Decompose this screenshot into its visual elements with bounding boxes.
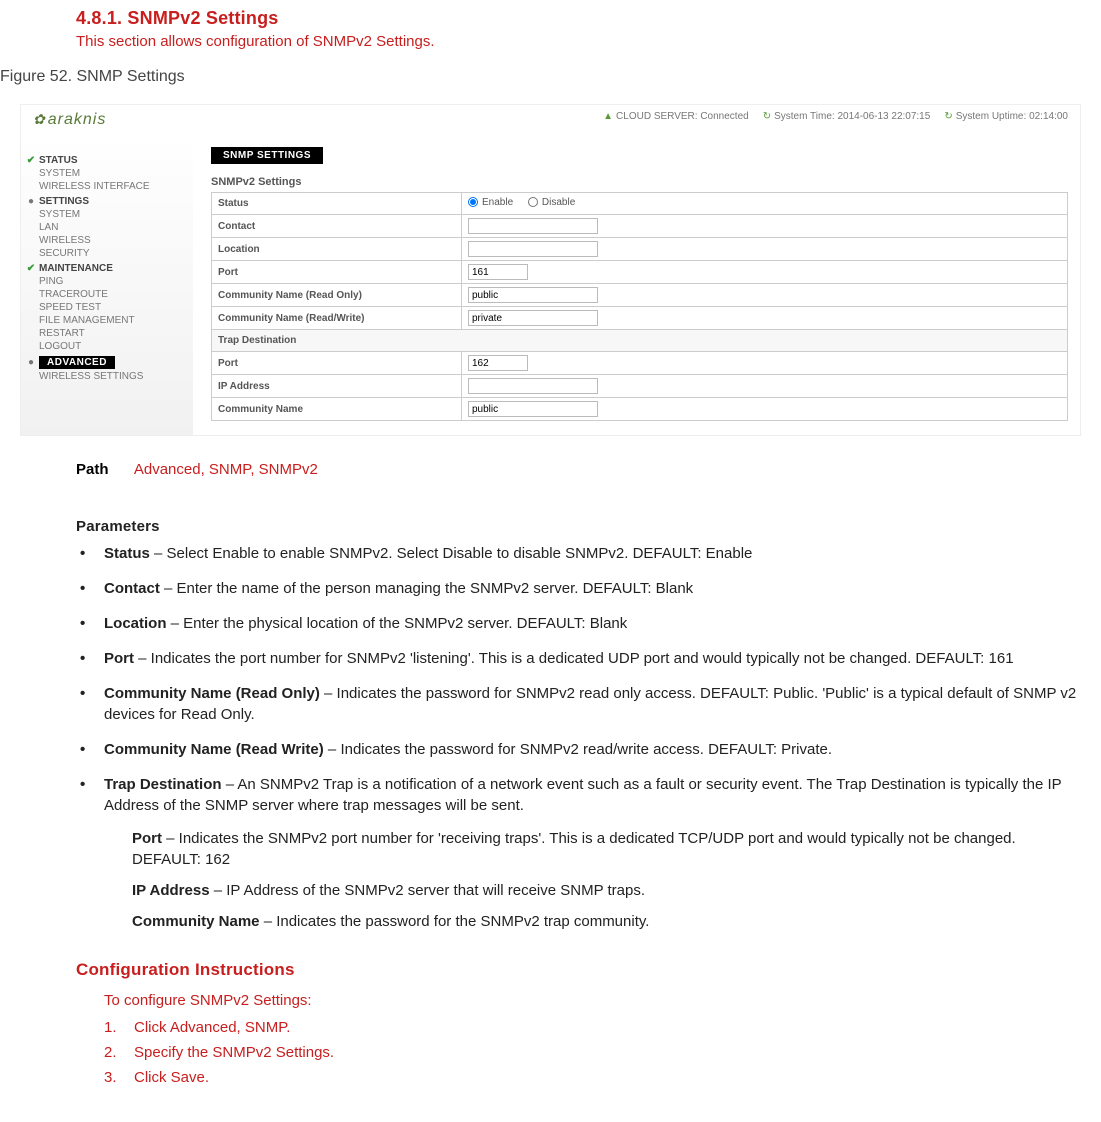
comm-ro-input[interactable] <box>468 287 598 303</box>
cloud-label: CLOUD SERVER: <box>616 111 698 122</box>
sidebar-item-system2[interactable]: SYSTEM <box>39 209 185 220</box>
sidebar-item-restart[interactable]: RESTART <box>39 328 185 339</box>
row-status-label: Status <box>212 193 462 215</box>
trap-ip-input[interactable] <box>468 378 598 394</box>
param-trap-dest: Trap Destination – An SNMPv2 Trap is a n… <box>76 774 1081 932</box>
path-label: Path <box>76 461 109 478</box>
config-heading: Configuration Instructions <box>76 960 1101 980</box>
row-comm-ro-label: Community Name (Read Only) <box>212 284 462 307</box>
row-trap-port-label: Port <box>212 352 462 375</box>
sidebar-item-security[interactable]: SECURITY <box>39 248 185 259</box>
sidebar-advanced[interactable]: ●ADVANCED <box>39 356 185 369</box>
location-input[interactable] <box>468 241 598 257</box>
param-location: Location – Enter the physical location o… <box>76 613 1081 634</box>
step-3: Click Save. <box>104 1069 1101 1086</box>
param-comm-ro: Community Name (Read Only) – Indicates t… <box>76 683 1081 725</box>
cloud-value: Connected <box>700 111 748 122</box>
path-value: Advanced, SNMP, SNMPv2 <box>134 461 318 478</box>
sidebar-status[interactable]: ✔STATUS <box>39 155 185 166</box>
parameters-heading: Parameters <box>76 518 1101 535</box>
sidebar-item-ping[interactable]: PING <box>39 276 185 287</box>
path-line: Path Advanced, SNMP, SNMPv2 <box>76 461 1101 478</box>
section-subheading: This section allows configuration of SNM… <box>76 33 1101 50</box>
status-disable-label: Disable <box>542 197 575 208</box>
param-trap-comm: Community Name – Indicates the password … <box>132 911 1081 932</box>
sidebar-item-wireless-interface[interactable]: WIRELESS INTERFACE <box>39 181 185 192</box>
refresh-icon: ↻ <box>763 111 771 122</box>
systime-value: 2014-06-13 22:07:15 <box>837 111 930 122</box>
sidebar-item-traceroute[interactable]: TRACEROUTE <box>39 289 185 300</box>
sidebar-item-speedtest[interactable]: SPEED TEST <box>39 302 185 313</box>
comm-rw-input[interactable] <box>468 310 598 326</box>
refresh-icon: ↻ <box>944 111 952 122</box>
sidebar-item-logout[interactable]: LOGOUT <box>39 341 185 352</box>
panel-title: SNMPv2 Settings <box>211 176 1068 188</box>
screenshot-panel: araknis ▲CLOUD SERVER: Connected ↻System… <box>20 104 1081 436</box>
sidebar-item-filemgmt[interactable]: FILE MANAGEMENT <box>39 315 185 326</box>
sidebar-item-wireless[interactable]: WIRELESS <box>39 235 185 246</box>
sidebar-item-wireless-settings[interactable]: WIRELESS SETTINGS <box>39 371 185 382</box>
trap-port-input[interactable] <box>468 355 528 371</box>
param-trap-ip: IP Address – IP Address of the SNMPv2 se… <box>132 880 1081 901</box>
systime-label: System Time: <box>774 111 835 122</box>
section-heading: 4.8.1. SNMPv2 Settings <box>76 8 1101 29</box>
row-trap-comm-label: Community Name <box>212 398 462 421</box>
status-enable-radio[interactable] <box>468 197 478 207</box>
param-comm-rw: Community Name (Read Write) – Indicates … <box>76 739 1081 760</box>
parameters-list: Status – Select Enable to enable SNMPv2.… <box>76 543 1081 932</box>
row-contact-label: Contact <box>212 215 462 238</box>
uptime-value: 02:14:00 <box>1029 111 1068 122</box>
sidebar-item-system[interactable]: SYSTEM <box>39 168 185 179</box>
uptime-label: System Uptime: <box>956 111 1027 122</box>
row-location-label: Location <box>212 238 462 261</box>
sidebar-item-lan[interactable]: LAN <box>39 222 185 233</box>
step-1: Click Advanced, SNMP. <box>104 1019 1101 1036</box>
sidebar-maintenance[interactable]: ✔MAINTENANCE <box>39 263 185 274</box>
step-2: Specify the SNMPv2 Settings. <box>104 1044 1101 1061</box>
figure-caption: Figure 52. SNMP Settings <box>0 68 1101 86</box>
sidebar-settings[interactable]: ●SETTINGS <box>39 196 185 207</box>
param-status: Status – Select Enable to enable SNMPv2.… <box>76 543 1081 564</box>
status-enable-label: Enable <box>482 197 513 208</box>
status-bar: ▲CLOUD SERVER: Connected ↻System Time: 2… <box>603 111 1068 122</box>
dot-icon: ● <box>25 357 37 368</box>
sidebar: ✔STATUS SYSTEM WIRELESS INTERFACE ●SETTI… <box>21 145 193 435</box>
param-port: Port – Indicates the port number for SNM… <box>76 648 1081 669</box>
trap-comm-input[interactable] <box>468 401 598 417</box>
tab-snmp-settings[interactable]: SNMP SETTINGS <box>211 147 323 164</box>
port-input[interactable] <box>468 264 528 280</box>
config-intro: To configure SNMPv2 Settings: <box>104 992 1101 1009</box>
param-trap-port: Port – Indicates the SNMPv2 port number … <box>132 828 1081 870</box>
param-contact: Contact – Enter the name of the person m… <box>76 578 1081 599</box>
row-port-label: Port <box>212 261 462 284</box>
snmp-settings-table: Status Enable Disable Contact Location P… <box>211 192 1068 421</box>
cloud-icon: ▲ <box>603 111 613 122</box>
config-steps: Click Advanced, SNMP. Specify the SNMPv2… <box>104 1019 1101 1086</box>
check-icon: ✔ <box>25 263 37 274</box>
contact-input[interactable] <box>468 218 598 234</box>
check-icon: ✔ <box>25 155 37 166</box>
dot-icon: ● <box>25 196 37 207</box>
row-trap-dest: Trap Destination <box>212 330 1068 352</box>
row-comm-rw-label: Community Name (Read/Write) <box>212 307 462 330</box>
status-disable-radio[interactable] <box>528 197 538 207</box>
row-trap-ip-label: IP Address <box>212 375 462 398</box>
logo: araknis <box>33 111 153 129</box>
